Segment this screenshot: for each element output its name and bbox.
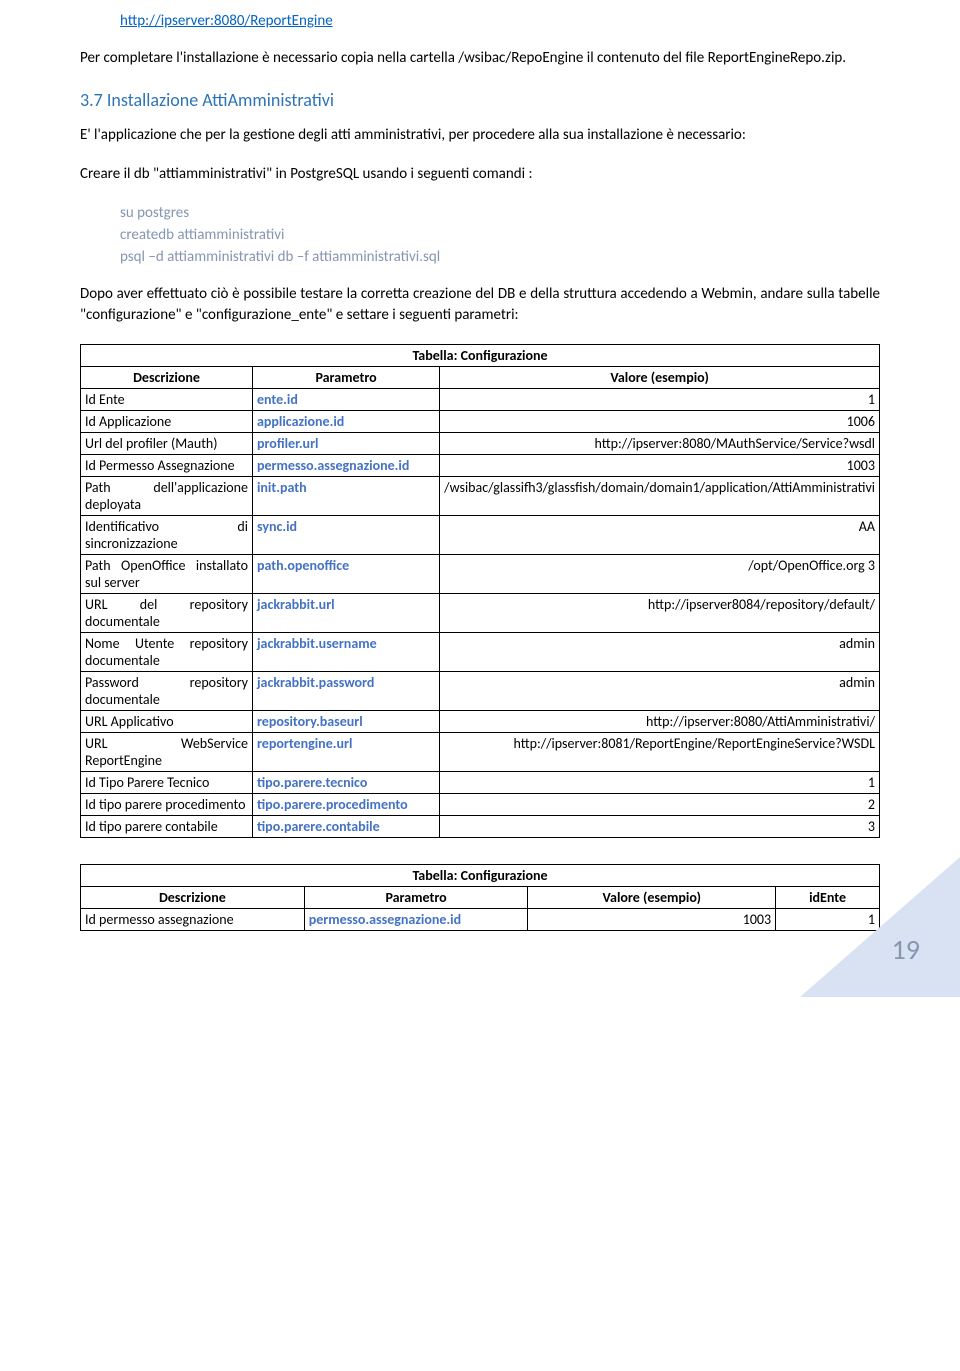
table-title: Tabella: Configurazione bbox=[81, 345, 880, 367]
table-header-descrizione: Descrizione bbox=[81, 887, 305, 909]
cell-desc: Id tipo parere contabile bbox=[81, 816, 253, 838]
cell-param: ente.id bbox=[252, 389, 439, 411]
table-row: Path OpenOffice installato sul serverpat… bbox=[81, 555, 880, 594]
cell-desc: URL Applicativo bbox=[81, 711, 253, 733]
cell-val: 1003 bbox=[528, 909, 776, 931]
table-header-valore: Valore (esempio) bbox=[528, 887, 776, 909]
cell-desc: Url del profiler (Mauth) bbox=[81, 433, 253, 455]
cell-val: 3 bbox=[440, 816, 880, 838]
cell-desc: Id Ente bbox=[81, 389, 253, 411]
cell-val: 2 bbox=[440, 794, 880, 816]
cell-val: http://ipserver8084/repository/default/ bbox=[440, 594, 880, 633]
cell-desc: Identificativo di sincronizzazione bbox=[81, 516, 253, 555]
table-configurazione-2: Tabella: Configurazione Descrizione Para… bbox=[80, 864, 880, 931]
cell-param: jackrabbit.url bbox=[252, 594, 439, 633]
table-row: Path dell'applicazione deployatainit.pat… bbox=[81, 477, 880, 516]
cell-val: admin bbox=[440, 633, 880, 672]
cell-param: jackrabbit.password bbox=[252, 672, 439, 711]
table-row: Identificativo di sincronizzazionesync.i… bbox=[81, 516, 880, 555]
table-row: Id Enteente.id1 bbox=[81, 389, 880, 411]
cell-param: jackrabbit.username bbox=[252, 633, 439, 672]
cell-param: path.openoffice bbox=[252, 555, 439, 594]
cell-val: 1003 bbox=[440, 455, 880, 477]
cell-desc: Path dell'applicazione deployata bbox=[81, 477, 253, 516]
cell-param: repository.baseurl bbox=[252, 711, 439, 733]
table-header-valore: Valore (esempio) bbox=[440, 367, 880, 389]
paragraph-app-desc: E' l'applicazione che per la gestione de… bbox=[80, 125, 880, 146]
table-row: Id Permesso Assegnazionepermesso.assegna… bbox=[81, 455, 880, 477]
table-configurazione-1: Tabella: Configurazione Descrizione Para… bbox=[80, 344, 880, 838]
table-row: Id Tipo Parere Tecnicotipo.parere.tecnic… bbox=[81, 772, 880, 794]
code-line: psql –d attiamministrativi db –f attiamm… bbox=[120, 247, 880, 269]
cell-param: tipo.parere.contabile bbox=[252, 816, 439, 838]
section-heading: 3.7 Installazione AttiAmministrativi bbox=[80, 89, 880, 111]
table-row: URL WebService ReportEnginereportengine.… bbox=[81, 733, 880, 772]
table-title: Tabella: Configurazione bbox=[81, 865, 880, 887]
cell-param: tipo.parere.procedimento bbox=[252, 794, 439, 816]
cell-val: /opt/OpenOffice.org 3 bbox=[440, 555, 880, 594]
cell-desc: URL WebService ReportEngine bbox=[81, 733, 253, 772]
cell-param: permesso.assegnazione.id bbox=[304, 909, 528, 931]
cell-val: /wsibac/glassifh3/glassfish/domain/domai… bbox=[440, 477, 880, 516]
cell-desc: Id Applicazione bbox=[81, 411, 253, 433]
paragraph-after-db: Dopo aver effettuato ciò è possibile tes… bbox=[80, 284, 880, 326]
cell-val: 1 bbox=[440, 389, 880, 411]
code-line: createdb attiamministrativi bbox=[120, 225, 880, 247]
table-row: Id tipo parere procedimentotipo.parere.p… bbox=[81, 794, 880, 816]
cell-desc: Id permesso assegnazione bbox=[81, 909, 305, 931]
paragraph-intro: Per completare l'installazione è necessa… bbox=[80, 48, 880, 69]
cell-param: profiler.url bbox=[252, 433, 439, 455]
cell-param: permesso.assegnazione.id bbox=[252, 455, 439, 477]
table-row: Id tipo parere contabiletipo.parere.cont… bbox=[81, 816, 880, 838]
table-row: Id Applicazioneapplicazione.id1006 bbox=[81, 411, 880, 433]
code-line: su postgres bbox=[120, 203, 880, 225]
cell-param: applicazione.id bbox=[252, 411, 439, 433]
cell-desc: Nome Utente repository documentale bbox=[81, 633, 253, 672]
cell-desc: Id tipo parere procedimento bbox=[81, 794, 253, 816]
cell-val: AA bbox=[440, 516, 880, 555]
cell-param: sync.id bbox=[252, 516, 439, 555]
table-header-descrizione: Descrizione bbox=[81, 367, 253, 389]
cell-param: tipo.parere.tecnico bbox=[252, 772, 439, 794]
table-row: Id permesso assegnazione permesso.assegn… bbox=[81, 909, 880, 931]
cell-val: admin bbox=[440, 672, 880, 711]
table-header-parametro: Parametro bbox=[304, 887, 528, 909]
cell-val: http://ipserver:8081/ReportEngine/Report… bbox=[440, 733, 880, 772]
paragraph-db-instruction: Creare il db "attiamministrativi" in Pos… bbox=[80, 164, 880, 185]
table-row: URL del repository documentalejackrabbit… bbox=[81, 594, 880, 633]
cell-val: 1 bbox=[440, 772, 880, 794]
table-row: Nome Utente repository documentalejackra… bbox=[81, 633, 880, 672]
cell-val: 1006 bbox=[440, 411, 880, 433]
cell-desc: Path OpenOffice installato sul server bbox=[81, 555, 253, 594]
table-row: Url del profiler (Mauth)profiler.urlhttp… bbox=[81, 433, 880, 455]
page-url-link[interactable]: http://ipserver:8080/ReportEngine bbox=[120, 12, 880, 30]
table-row: URL Applicativorepository.baseurlhttp://… bbox=[81, 711, 880, 733]
cell-desc: Id Tipo Parere Tecnico bbox=[81, 772, 253, 794]
cell-param: init.path bbox=[252, 477, 439, 516]
cell-desc: URL del repository documentale bbox=[81, 594, 253, 633]
code-block: su postgres createdb attiamministrativi … bbox=[80, 203, 880, 268]
page-number: 19 bbox=[892, 932, 920, 967]
table-header-parametro: Parametro bbox=[252, 367, 439, 389]
cell-desc: Id Permesso Assegnazione bbox=[81, 455, 253, 477]
cell-val: http://ipserver:8080/MAuthService/Servic… bbox=[440, 433, 880, 455]
cell-param: reportengine.url bbox=[252, 733, 439, 772]
table-row: Password repository documentalejackrabbi… bbox=[81, 672, 880, 711]
decorative-corner bbox=[800, 857, 960, 997]
cell-desc: Password repository documentale bbox=[81, 672, 253, 711]
cell-val: http://ipserver:8080/AttiAmministrativi/ bbox=[440, 711, 880, 733]
